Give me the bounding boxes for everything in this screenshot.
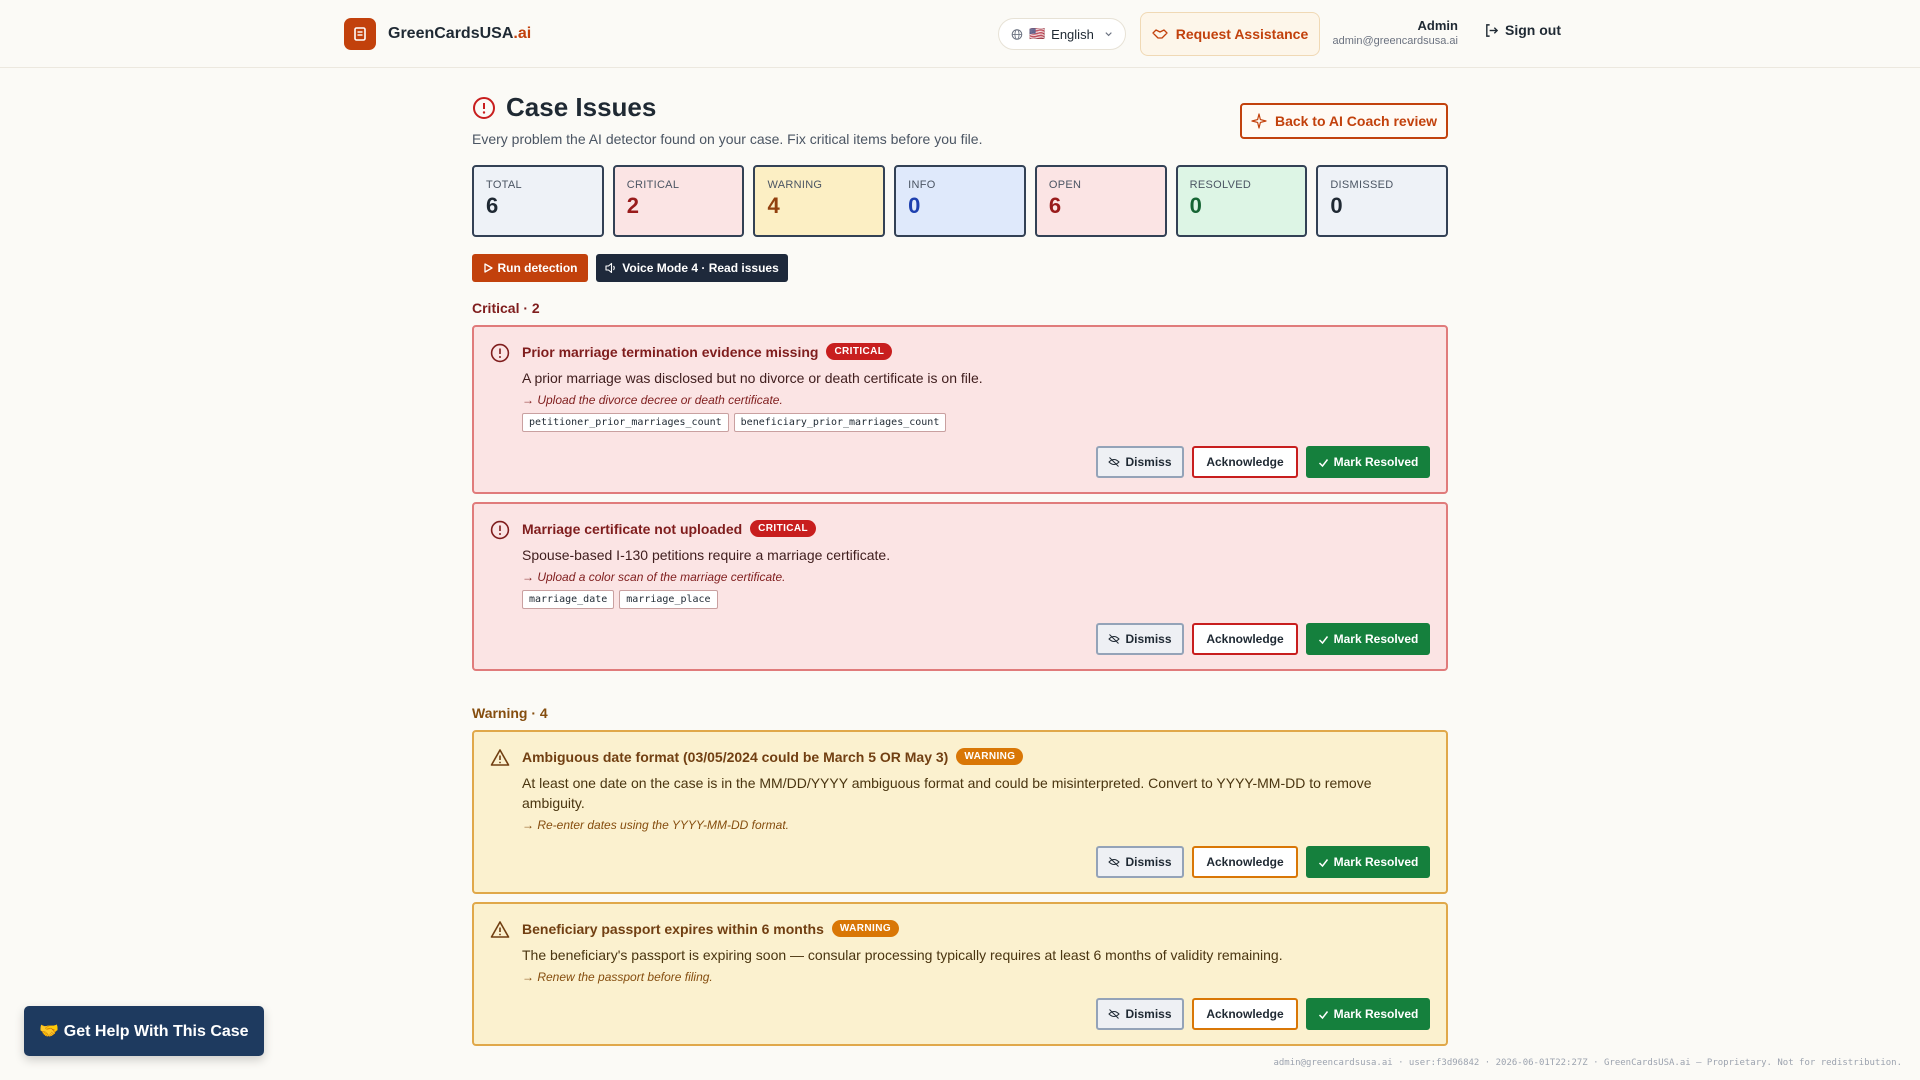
warning-section-title: Warning · 4 — [472, 705, 548, 721]
run-detection-button[interactable]: Run detection — [472, 254, 588, 282]
footer-note: admin@greencardsusa.ai · user:f3d96842 ·… — [1273, 1058, 1902, 1068]
check-icon — [1318, 1010, 1328, 1019]
mark-resolved-button[interactable]: Mark Resolved — [1306, 623, 1430, 655]
severity-badge: CRITICAL — [750, 520, 817, 537]
check-icon — [1318, 635, 1328, 644]
user-email: admin@greencardsusa.ai — [1332, 35, 1458, 47]
sparkle-icon — [1251, 113, 1267, 129]
field-tag: marriage_date — [522, 590, 615, 609]
field-tags: petitioner_prior_marriages_count benefic… — [522, 413, 1430, 432]
get-help-button[interactable]: 🤝 Get Help With This Case — [24, 1006, 264, 1056]
voice-mode-button[interactable]: Voice Mode 4 · Read issues — [596, 254, 788, 282]
mark-resolved-button[interactable]: Mark Resolved — [1306, 846, 1430, 878]
issue-card: Ambiguous date format (03/05/2024 could … — [472, 730, 1448, 894]
acknowledge-button[interactable]: Acknowledge — [1192, 623, 1298, 655]
eye-off-icon — [1108, 1009, 1121, 1019]
user-name: Admin — [1417, 18, 1458, 33]
issue-description: At least one date on the case is in the … — [522, 775, 1372, 811]
flag-icon: 🇺🇸 — [1028, 26, 1046, 41]
chevron-down-icon — [1105, 32, 1112, 37]
eye-off-icon — [1108, 457, 1121, 467]
dismiss-button[interactable]: Dismiss — [1096, 846, 1184, 878]
card-actions: Dismiss Acknowledge Mark Resolved — [522, 446, 1430, 478]
warning-triangle-icon — [490, 749, 510, 766]
stat-total[interactable]: TOTAL 6 — [472, 165, 604, 237]
issue-description: The beneficiary's passport is expiring s… — [522, 947, 1283, 963]
severity-badge: CRITICAL — [826, 343, 893, 360]
issue-title: Prior marriage termination evidence miss… — [522, 343, 819, 360]
issue-hint: → Upload a color scan of the marriage ce… — [522, 570, 786, 584]
field-tag: petitioner_prior_marriages_count — [522, 413, 729, 432]
check-icon — [1318, 858, 1328, 867]
warning-triangle-icon — [490, 921, 510, 938]
issue-card: Beneficiary passport expires within 6 mo… — [472, 902, 1448, 1046]
brand-name: GreenCardsUSA.ai — [388, 25, 532, 42]
page-title: Case Issues — [506, 92, 657, 122]
stat-critical[interactable]: CRITICAL 2 — [612, 165, 745, 237]
language-label: English — [1051, 26, 1094, 42]
globe-icon — [1011, 28, 1023, 40]
severity-badge: WARNING — [831, 920, 900, 937]
severity-badge: WARNING — [956, 748, 1024, 765]
top-bar: GreenCardsUSA.ai 🇺🇸 English Request Assi… — [0, 0, 1920, 68]
issue-card: Marriage certificate not uploaded CRITIC… — [472, 502, 1448, 671]
issue-title: Ambiguous date format (03/05/2024 could … — [522, 748, 949, 765]
critical-section-title: Critical · 2 — [472, 300, 540, 316]
sign-out-button[interactable]: Sign out — [1484, 22, 1561, 38]
dismiss-button[interactable]: Dismiss — [1096, 446, 1184, 478]
back-to-ai-coach-button[interactable]: Back to AI Coach review — [1240, 103, 1448, 139]
acknowledge-button[interactable]: Acknowledge — [1192, 846, 1298, 878]
issue-hint: → Re-enter dates using the YYYY-MM-DD fo… — [522, 818, 789, 832]
speaker-icon — [605, 262, 616, 274]
logo-icon — [344, 18, 376, 50]
card-actions: Dismiss Acknowledge Mark Resolved — [522, 846, 1430, 878]
mark-resolved-button[interactable]: Mark Resolved — [1306, 446, 1430, 478]
acknowledge-button[interactable]: Acknowledge — [1192, 446, 1298, 478]
stat-warning[interactable]: WARNING 4 — [753, 165, 886, 237]
user-info: Admin admin@greencardsusa.ai — [1330, 18, 1458, 47]
issue-title: Beneficiary passport expires within 6 mo… — [522, 920, 824, 937]
stat-dismissed[interactable]: DISMISSED 0 — [1316, 165, 1449, 237]
check-icon — [1318, 458, 1328, 467]
field-tags: marriage_date marriage_place — [522, 590, 1430, 609]
issue-card: Prior marriage termination evidence miss… — [472, 325, 1448, 494]
issue-description: Spouse-based I-130 petitions require a m… — [522, 547, 891, 563]
brand[interactable]: GreenCardsUSA.ai — [344, 18, 531, 50]
issue-description: A prior marriage was disclosed but no di… — [522, 370, 983, 386]
alert-circle-icon — [490, 520, 510, 540]
field-tag: beneficiary_prior_marriages_count — [733, 413, 947, 432]
eye-off-icon — [1108, 634, 1121, 644]
language-selector[interactable]: 🇺🇸 English — [998, 18, 1126, 50]
mark-resolved-button[interactable]: Mark Resolved — [1306, 998, 1430, 1030]
stat-resolved[interactable]: RESOLVED 0 — [1175, 165, 1308, 237]
field-tag: marriage_place — [619, 590, 718, 609]
card-actions: Dismiss Acknowledge Mark Resolved — [522, 623, 1430, 655]
actions-row: Run detection Voice Mode 4 · Read issues — [472, 254, 1448, 282]
dismiss-button[interactable]: Dismiss — [1096, 623, 1184, 655]
alert-circle-icon — [473, 96, 495, 119]
play-icon — [483, 263, 493, 273]
acknowledge-button[interactable]: Acknowledge — [1192, 998, 1298, 1030]
handshake-icon — [1152, 29, 1168, 39]
sign-out-icon — [1486, 23, 1499, 37]
issue-hint: → Upload the divorce decree or death cer… — [522, 393, 783, 407]
card-actions: Dismiss Acknowledge Mark Resolved — [522, 998, 1430, 1030]
stats-row: TOTAL 6 CRITICAL 2 WARNING 4 INFO 0 OPEN 6 RE… — [472, 165, 1449, 237]
alert-circle-icon — [490, 343, 510, 363]
eye-off-icon — [1108, 857, 1121, 867]
stat-open[interactable]: OPEN 6 — [1034, 165, 1167, 237]
issue-title: Marriage certificate not uploaded — [522, 520, 743, 537]
issue-hint: → Renew the passport before filing. — [522, 970, 713, 984]
request-assistance-button[interactable]: Request Assistance — [1140, 12, 1320, 56]
dismiss-button[interactable]: Dismiss — [1096, 998, 1184, 1030]
main-content: Case Issues Every problem the AI detecto… — [472, 92, 1449, 1054]
stat-info[interactable]: INFO 0 — [894, 165, 1026, 237]
